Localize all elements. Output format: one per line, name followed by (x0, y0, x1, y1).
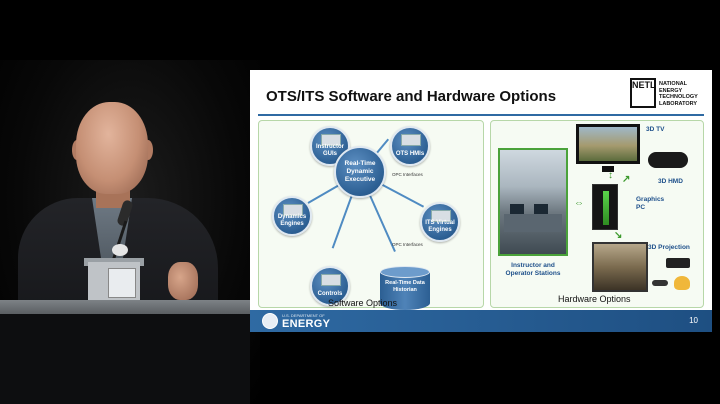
netl-logo-letters: NETL (632, 80, 656, 90)
speaker-hand (168, 262, 198, 300)
room-desk (504, 214, 562, 232)
3d-tv-image (576, 124, 640, 164)
3d-tv-label: 3D TV (646, 126, 665, 133)
node-ots-hmis: OTS HMIs (390, 126, 430, 166)
hardware-options-caption: Hardware Options (558, 294, 631, 304)
screenshot-thumbnail (321, 274, 341, 286)
screenshot-thumbnail (401, 134, 421, 146)
person-icon (674, 276, 690, 290)
up-arrow-icon: ↕ (608, 170, 613, 181)
graphics-pc-label: Graphics PC (636, 196, 665, 211)
title-rule (258, 114, 704, 116)
cylinder-top (380, 266, 430, 278)
netl-line: LABORATORY (659, 100, 698, 107)
speaker-head (76, 102, 148, 194)
podium-badge (112, 244, 128, 256)
control-room-photo (498, 148, 568, 256)
table-edge (0, 300, 250, 314)
netl-logo-text: NATIONAL ENERGY TECHNOLOGY LABORATORY (659, 81, 698, 107)
historian-label: Real-Time Data Historian (385, 280, 425, 293)
software-options-caption: Software Options (328, 298, 398, 308)
3d-glasses-image (652, 280, 668, 286)
down-arrow-icon: ↘ (614, 230, 623, 241)
3d-projection-image (592, 242, 648, 292)
node-dynamics-engines: Dynamics Engines (272, 196, 312, 236)
node-its-virtual-engines: ITS Virtual Engines (420, 202, 460, 242)
double-arrow-icon: ⇔ (574, 198, 584, 209)
room-monitor (510, 204, 524, 214)
room-monitor (534, 204, 548, 214)
node-label: Real-Time Dynamic Executive (344, 160, 376, 183)
doe-agency-name: ENERGY (282, 318, 331, 330)
pc-led-strip (603, 191, 609, 225)
opc-interfaces-label: OPC Interfaces (392, 172, 423, 177)
node-label: Dynamics Engines (277, 214, 307, 227)
graphics-pc-image (592, 184, 618, 230)
projector-image (666, 258, 690, 268)
netl-line: TECHNOLOGY (659, 94, 698, 100)
presentation-slide: OTS/ITS Software and Hardware Options NE… (250, 70, 712, 332)
slide-footer: U.S. DEPARTMENT OF ENERGY 10 (250, 310, 712, 332)
doe-seal-icon (262, 313, 278, 329)
node-real-time-dynamic-executive: Real-Time Dynamic Executive (334, 146, 386, 198)
table-front (0, 314, 250, 404)
node-label: ITS Virtual Engines (425, 220, 455, 233)
node-label: Controls (317, 291, 343, 297)
stations-label: Instructor and Operator Stations (505, 262, 561, 277)
slide-page-number: 10 (689, 316, 698, 325)
netl-logo: NETL NATIONAL ENERGY TECHNOLOGY LABORATO… (630, 78, 706, 108)
3d-hmd-label: 3D HMD (658, 178, 683, 185)
opc-interfaces-label: OPC Interfaces (392, 242, 423, 247)
diagonal-arrow-icon: ↗ (622, 174, 631, 185)
3d-hmd-image (648, 152, 688, 168)
name-card (108, 268, 136, 298)
node-label: OTS HMIs (395, 151, 425, 157)
slide-title: OTS/ITS Software and Hardware Options (266, 88, 557, 105)
3d-projection-label: 3D Projection (648, 244, 690, 251)
